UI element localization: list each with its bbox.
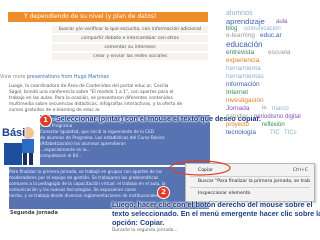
more-presentations-prefix: View more	[0, 75, 27, 80]
embedded-slide: Y dependiendo de su nivel (y plan de dat…	[0, 0, 210, 74]
footer-text: Durante la segunda jornada...	[112, 228, 178, 233]
tag-link[interactable]: experiencia	[226, 57, 259, 65]
more-presentations: View more presentations from Hugo Martin…	[0, 75, 109, 80]
highlight-ellipse	[169, 160, 231, 176]
tag-link[interactable]: entrevista	[226, 49, 254, 57]
tag-link[interactable]: TIC	[270, 130, 280, 136]
basic-label: Bási	[2, 127, 26, 139]
tag-link[interactable]: reflexión	[262, 122, 285, 128]
tag-link[interactable]: Jornada	[226, 105, 250, 113]
context-menu-shortcut: Ctrl+C	[292, 168, 308, 173]
step-2-caption-line-3: opción: Copiar.	[112, 218, 165, 227]
tag-link[interactable]: Internet	[226, 89, 248, 97]
slide-row: comentar su intereses	[52, 44, 208, 51]
tag-link[interactable]: tecnología	[226, 129, 256, 137]
tag-link[interactable]: parodiar	[226, 114, 248, 120]
tag-link[interactable]: TICs	[284, 130, 297, 136]
tag-link[interactable]: educación	[226, 41, 262, 49]
more-presentations-link[interactable]: presentations from Hugo Martinez	[27, 75, 109, 80]
tag-link[interactable]: educ.ar	[260, 32, 282, 40]
section-heading: Segunda jornada	[10, 210, 58, 216]
step-2-caption-line-2: texto seleccionado. En el menú emergente…	[112, 209, 320, 218]
slide-row: compartir debate e intercambiar con otro…	[52, 35, 208, 42]
context-menu-item-label: Inspeccionar elemento	[198, 191, 251, 196]
tag-link[interactable]: alumnos	[226, 10, 252, 17]
tag-link[interactable]: aprendizaje	[226, 18, 265, 26]
tag-link[interactable]: información	[226, 81, 260, 89]
tag-link[interactable]: la	[262, 105, 266, 112]
tag-link[interactable]: investigación	[226, 97, 264, 105]
tag-cloud: alumnos aprendizaje aula blog comunicaci…	[222, 10, 320, 142]
context-menu-item-inspect[interactable]: Inspeccionar elemento	[186, 190, 314, 198]
tag-link[interactable]: herramientas	[226, 73, 264, 81]
tag-link[interactable]: marco	[272, 106, 289, 112]
tag-link[interactable]: escuela	[268, 49, 290, 57]
step-2-caption-line-1: Luego, hacer clic con el botón derecho d…	[112, 200, 313, 209]
selected-line: hecho, y se trabaja desde diversas regla…	[9, 193, 161, 198]
tag-link[interactable]: aula	[276, 19, 287, 25]
tag-link[interactable]: proyecto	[226, 122, 249, 128]
tag-link[interactable]: herramienta	[226, 65, 261, 73]
tag-link[interactable]: periodismo digital	[254, 114, 301, 120]
step-2-badge: 2	[158, 187, 169, 198]
slide-row: crear y enviar las redes sociales	[52, 53, 208, 60]
step-1-badge: 1	[40, 115, 51, 126]
tag-link[interactable]: e-learning	[226, 32, 255, 40]
slide-title-band: Y dependiendo de su nivel (y plan de dat…	[8, 12, 208, 22]
slide-row: buscar y/o verificar lo que escucha, con…	[52, 26, 208, 33]
